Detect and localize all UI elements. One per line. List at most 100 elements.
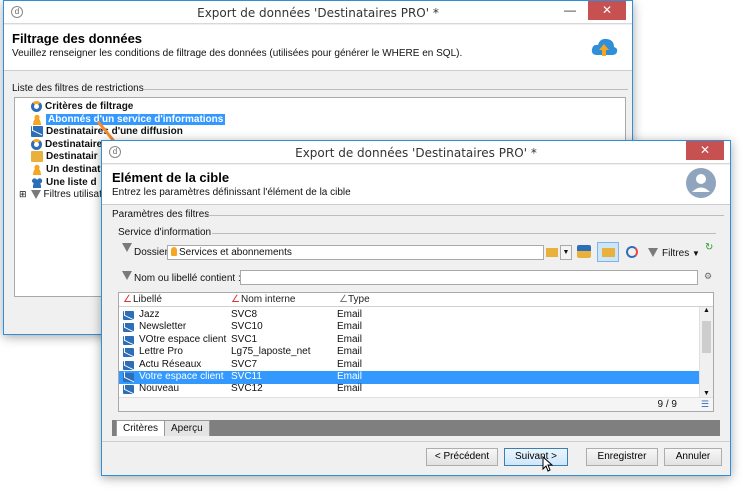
tree-item-label: Une liste d bbox=[46, 176, 97, 188]
folder-value: Services et abonnements bbox=[179, 247, 292, 258]
cycle-icon bbox=[31, 101, 42, 112]
next-button[interactable]: Suivant > bbox=[504, 448, 568, 466]
person-icon bbox=[31, 113, 43, 125]
cancel-button[interactable]: Annuler bbox=[664, 448, 722, 466]
restriction-filters-label: Liste des filtres de restrictions bbox=[12, 83, 148, 94]
name-filter-input[interactable] bbox=[240, 270, 698, 285]
cell-internal: SVC11 bbox=[231, 371, 262, 382]
filters-menu-button[interactable]: Filtres bbox=[662, 248, 689, 259]
filter-icon bbox=[30, 190, 41, 200]
table-row[interactable]: Jazz SVC8 Email bbox=[119, 309, 699, 322]
col-label[interactable]: Libellé bbox=[133, 294, 162, 305]
envelope-icon bbox=[123, 373, 134, 382]
tree-item[interactable]: Une liste d bbox=[31, 176, 97, 189]
close-button[interactable]: ✕ bbox=[686, 141, 724, 160]
folder-toggle-button[interactable] bbox=[597, 242, 619, 262]
front-titlebar: d Export de données 'Destinataires PRO' … bbox=[102, 141, 730, 164]
cell-label: VOtre espace client bbox=[139, 333, 227, 345]
table-row[interactable]: Newsletter SVC10 Email bbox=[119, 321, 699, 334]
table-row[interactable]: Lettre Pro Lg75_laposte_net Email bbox=[119, 346, 699, 359]
table-row[interactable]: Actu Réseaux SVC7 Email bbox=[119, 359, 699, 372]
sort-icon: ∠ bbox=[123, 294, 132, 305]
front-window: d Export de données 'Destinataires PRO' … bbox=[101, 140, 731, 476]
grid-footer: 9 / 9 ☰ bbox=[119, 397, 713, 411]
user-avatar-icon bbox=[686, 168, 716, 198]
save-button[interactable]: Enregistrer bbox=[586, 448, 658, 466]
scroll-down-icon[interactable]: ▼ bbox=[703, 390, 710, 397]
filters-dropdown-icon[interactable]: ▼ bbox=[692, 249, 700, 258]
cell-type: Email bbox=[337, 346, 363, 358]
scroll-thumb[interactable] bbox=[702, 321, 711, 353]
envelope-icon bbox=[123, 348, 134, 358]
button-bar-divider bbox=[102, 441, 730, 442]
list-options-icon[interactable]: ☰ bbox=[701, 399, 709, 410]
filter-icon[interactable] bbox=[648, 248, 658, 257]
col-type[interactable]: Type bbox=[348, 294, 370, 305]
envelope-icon bbox=[123, 323, 134, 333]
row-count: 9 / 9 bbox=[657, 399, 677, 410]
cell-internal: SVC1 bbox=[231, 333, 258, 345]
front-header-title: Elément de la cible bbox=[112, 170, 230, 185]
tree-item[interactable]: Abonnés d'un service d'informations bbox=[31, 113, 226, 126]
dropdown-arrow-icon[interactable]: ▼ bbox=[560, 245, 572, 260]
close-button[interactable]: ✕ bbox=[588, 1, 626, 20]
envelope-icon bbox=[123, 360, 134, 370]
cycle-icon bbox=[31, 138, 42, 150]
folder-person-icon bbox=[171, 247, 177, 256]
cell-label: Lettre Pro bbox=[139, 346, 183, 358]
services-grid: ∠ Libellé ∠ Nom interne ∠ Type Jazz SVC8 E… bbox=[118, 292, 714, 412]
tree-item[interactable]: Destinatair bbox=[31, 150, 98, 163]
cell-type: Email bbox=[337, 371, 363, 382]
tab-preview[interactable]: Aperçu bbox=[164, 420, 210, 436]
params-divider bbox=[206, 215, 724, 216]
envelope-icon bbox=[31, 126, 43, 138]
table-row[interactable]: Nouveau SVC12 Email bbox=[119, 383, 699, 396]
cell-label: Actu Réseaux bbox=[139, 358, 202, 370]
cell-type: Email bbox=[337, 309, 363, 320]
front-window-title: Export de données 'Destinataires PRO' * bbox=[295, 146, 537, 160]
scroll-up-icon[interactable]: ▲ bbox=[703, 307, 710, 314]
filter-params-label: Paramètres des filtres bbox=[112, 209, 214, 220]
folder-icon bbox=[31, 151, 43, 163]
cell-label: Newsletter bbox=[139, 321, 187, 333]
col-internal-name[interactable]: Nom interne bbox=[241, 294, 295, 305]
grid-header: ∠ Libellé ∠ Nom interne ∠ Type bbox=[119, 293, 713, 307]
front-header-subtitle: Entrez les paramètres définissant l'élém… bbox=[112, 187, 351, 198]
table-row[interactable]: Votre espace client SVC11 Email bbox=[119, 371, 699, 384]
reload-icon[interactable]: ↻ bbox=[705, 242, 713, 253]
tree-item[interactable]: Destinataires bbox=[31, 138, 108, 151]
folder-browse-icon[interactable] bbox=[546, 248, 558, 257]
tree-item-label: Destinataires d'une diffusion bbox=[46, 126, 183, 138]
back-header-subtitle: Veuillez renseigner les conditions de fi… bbox=[12, 48, 463, 59]
previous-button[interactable]: < Précédent bbox=[426, 448, 498, 466]
sort-icon: ∠ bbox=[231, 294, 240, 305]
refresh-icon[interactable] bbox=[626, 246, 638, 258]
tree-item[interactable]: ⊞ Filtres utilisat bbox=[19, 188, 102, 201]
name-label: Nom ou libellé contient : bbox=[134, 273, 241, 284]
tree-item-label: Critères de filtrage bbox=[45, 101, 134, 112]
cell-internal: SVC10 bbox=[231, 321, 263, 333]
clear-icon[interactable]: ⚙ bbox=[704, 271, 712, 282]
cell-type: Email bbox=[337, 333, 363, 345]
cell-label: Jazz bbox=[139, 309, 160, 320]
people-icon bbox=[31, 176, 43, 188]
person-icon bbox=[31, 164, 43, 175]
grid-scrollbar[interactable]: ▲ ▼ bbox=[699, 307, 713, 397]
tree-item[interactable]: Critères de filtrage bbox=[31, 100, 133, 113]
envelope-icon bbox=[123, 311, 134, 320]
service-divider bbox=[212, 233, 716, 234]
cell-label: Nouveau bbox=[139, 383, 180, 395]
tree-item[interactable]: Un destinat bbox=[31, 163, 100, 176]
service-label: Service d'information bbox=[118, 227, 216, 238]
group-divider bbox=[144, 89, 628, 90]
cell-internal: SVC7 bbox=[231, 358, 258, 370]
envelope-icon bbox=[123, 385, 134, 395]
tree-item-label: Destinatair bbox=[46, 151, 98, 163]
folder-tree-icon[interactable] bbox=[577, 245, 591, 258]
folder-field[interactable]: Services et abonnements bbox=[167, 245, 544, 260]
minimize-button[interactable]: — bbox=[560, 3, 580, 19]
tab-criteria[interactable]: Critères bbox=[116, 420, 166, 436]
cell-type: Email bbox=[337, 321, 363, 333]
table-row[interactable]: VOtre espace client SVC1 Email bbox=[119, 334, 699, 347]
expand-icon[interactable]: ⊞ bbox=[19, 189, 27, 200]
